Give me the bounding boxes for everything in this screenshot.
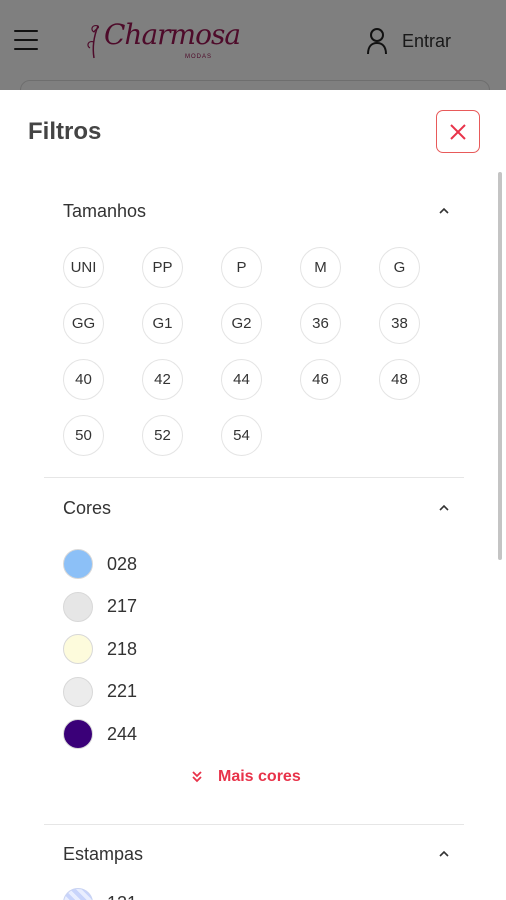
sizes-grid: UNI PP P M G GG G1 G2 36 38 40 42 44 46 48 50 52 54 [63, 247, 443, 456]
sizes-section-header[interactable]: Tamanhos [63, 198, 450, 224]
size-option[interactable]: 54 [221, 415, 262, 456]
color-option[interactable]: 218 [63, 628, 137, 671]
more-colors-button[interactable]: Mais cores [190, 768, 301, 786]
size-option[interactable]: 38 [379, 303, 420, 344]
section-divider [44, 477, 464, 478]
color-label: 244 [107, 723, 138, 744]
color-swatch [63, 676, 93, 707]
prints-section-header[interactable]: Estampas [63, 841, 450, 867]
color-swatch [63, 591, 93, 622]
print-label: 121 [107, 893, 137, 900]
double-chevron-down-icon [192, 771, 202, 783]
color-option[interactable]: 244 [63, 713, 137, 756]
prints-section-title: Estampas [63, 843, 144, 864]
section-divider [44, 824, 464, 825]
size-option[interactable]: PP [142, 247, 183, 288]
size-option[interactable]: UNI [63, 247, 104, 288]
color-option[interactable]: 217 [63, 586, 137, 629]
size-option[interactable]: 36 [300, 303, 341, 344]
size-option[interactable]: GG [63, 303, 104, 344]
print-option[interactable]: 121 [63, 888, 137, 900]
color-label: 218 [107, 638, 138, 659]
size-option[interactable]: M [300, 247, 341, 288]
chevron-up-icon[interactable] [438, 207, 450, 215]
more-colors-label: Mais cores [218, 768, 301, 785]
size-option[interactable]: G1 [142, 303, 183, 344]
color-label: 217 [107, 596, 138, 617]
color-swatch [63, 549, 93, 580]
color-swatch [63, 634, 93, 665]
chevron-up-icon[interactable] [438, 850, 450, 858]
colors-section-header[interactable]: Cores [63, 495, 450, 521]
filters-title: Filtros [28, 118, 102, 145]
colors-list: 028 217 218 221 244 [63, 543, 137, 756]
size-option[interactable]: 44 [221, 359, 262, 400]
size-option[interactable]: 52 [142, 415, 183, 456]
chevron-up-icon[interactable] [438, 504, 450, 512]
app-header: Charmosa MODAS Entrar [0, 0, 506, 100]
print-swatch [63, 888, 93, 900]
size-option[interactable]: 50 [63, 415, 104, 456]
size-option[interactable]: 46 [300, 359, 341, 400]
size-option[interactable]: 42 [142, 359, 183, 400]
filters-panel: Filtros Tamanhos UNI PP P M G GG G1 G2 36 38 40 42 4… [0, 90, 506, 900]
color-option[interactable]: 221 [63, 671, 137, 714]
size-option[interactable]: 48 [379, 359, 420, 400]
color-swatch [63, 719, 93, 750]
close-icon [450, 123, 466, 140]
color-label: 221 [107, 681, 138, 702]
panel-scrollbar[interactable] [498, 172, 502, 560]
size-option[interactable]: G2 [221, 303, 262, 344]
sizes-section-title: Tamanhos [63, 200, 147, 221]
colors-section-title: Cores [63, 497, 112, 518]
close-filters-button[interactable] [436, 110, 480, 153]
color-option[interactable]: 028 [63, 543, 137, 586]
modal-backdrop[interactable] [0, 0, 506, 90]
size-option[interactable]: P [221, 247, 262, 288]
size-option[interactable]: G [379, 247, 420, 288]
size-option[interactable]: 40 [63, 359, 104, 400]
color-label: 028 [107, 553, 138, 574]
